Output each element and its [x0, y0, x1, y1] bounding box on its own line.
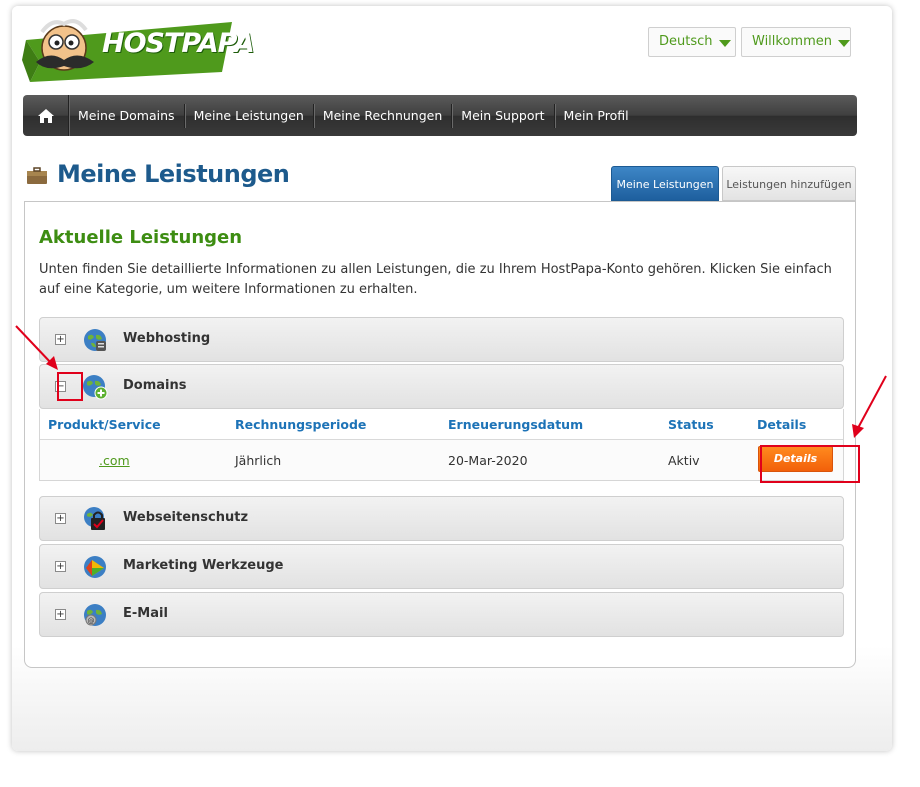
- email-globe-icon: @: [84, 604, 106, 626]
- annotation-arrow-left: [15, 325, 58, 370]
- status-cell: Aktiv: [668, 453, 700, 468]
- language-dropdown[interactable]: Deutsch: [648, 27, 736, 57]
- main-navigation: Meine Domains Meine Leistungen Meine Rec…: [23, 95, 857, 136]
- svg-text:@: @: [88, 617, 95, 625]
- caret-down-icon: [838, 39, 850, 47]
- product-link[interactable]: .com: [99, 453, 130, 468]
- page-title: Meine Leistungen: [57, 160, 290, 188]
- expand-toggle[interactable]: +: [55, 513, 66, 524]
- marketing-globe-icon: [84, 556, 106, 578]
- category-webseitenschutz[interactable]: + Webseitenschutz: [39, 496, 844, 541]
- welcome-label: Willkommen: [752, 34, 832, 49]
- tab-meine-leistungen[interactable]: Meine Leistungen: [611, 166, 719, 201]
- caret-down-icon: [718, 39, 731, 47]
- logo-text: HOSTPAPA: [102, 28, 255, 59]
- expand-toggle[interactable]: +: [55, 609, 66, 620]
- hostpapa-logo[interactable]: HOSTPAPA: [22, 10, 255, 92]
- language-label: Deutsch: [659, 34, 713, 49]
- renewal-cell: 20-Mar-2020: [448, 453, 528, 468]
- expand-toggle[interactable]: +: [55, 561, 66, 572]
- category-marketing-werkzeuge[interactable]: + Marketing Werkzeuge: [39, 544, 844, 589]
- nav-meine-domains[interactable]: Meine Domains: [69, 103, 185, 128]
- category-label: Webseitenschutz: [123, 510, 249, 525]
- table-row: [40, 440, 843, 480]
- category-label: E-Mail: [123, 606, 168, 621]
- tab-leistungen-hinzufuegen[interactable]: Leistungen hinzufügen: [722, 166, 856, 201]
- category-email[interactable]: + @ E-Mail: [39, 592, 844, 637]
- column-header-renewal: Erneuerungsdatum: [448, 417, 584, 432]
- nav-meine-rechnungen[interactable]: Meine Rechnungen: [314, 103, 453, 128]
- security-lock-icon: [84, 507, 105, 530]
- intro-text: Unten finden Sie detaillierte Informatio…: [39, 262, 832, 297]
- services-panel: Aktuelle Leistungen Unten finden Sie det…: [24, 201, 856, 668]
- period-cell: Jährlich: [235, 453, 282, 468]
- category-domains[interactable]: − Domains: [39, 364, 844, 409]
- category-label: Domains: [123, 378, 187, 393]
- briefcase-icon: [27, 167, 47, 184]
- annotation-highlight-details: [760, 445, 860, 483]
- annotation-arrow-right: [852, 375, 887, 438]
- category-label: Marketing Werkzeuge: [123, 558, 284, 573]
- column-header-period: Rechnungsperiode: [235, 417, 367, 432]
- home-button[interactable]: [23, 95, 69, 136]
- webhosting-globe-icon: [84, 329, 106, 351]
- nav-mein-profil[interactable]: Mein Profil: [555, 104, 638, 128]
- domains-table: Produkt/Service Rechnungsperiode Erneuer…: [39, 409, 844, 481]
- category-webhosting[interactable]: + Webhosting: [39, 317, 844, 362]
- column-header-status: Status: [668, 417, 714, 432]
- nav-meine-leistungen[interactable]: Meine Leistungen: [185, 103, 314, 128]
- home-icon: [37, 108, 54, 123]
- column-header-product: Produkt/Service: [48, 417, 161, 432]
- welcome-dropdown[interactable]: Willkommen: [741, 27, 851, 57]
- category-label: Webhosting: [123, 331, 211, 346]
- nav-mein-support[interactable]: Mein Support: [452, 103, 555, 128]
- domains-globe-icon: [83, 375, 108, 400]
- section-title: Aktuelle Leistungen: [39, 227, 243, 248]
- column-header-details: Details: [757, 417, 807, 432]
